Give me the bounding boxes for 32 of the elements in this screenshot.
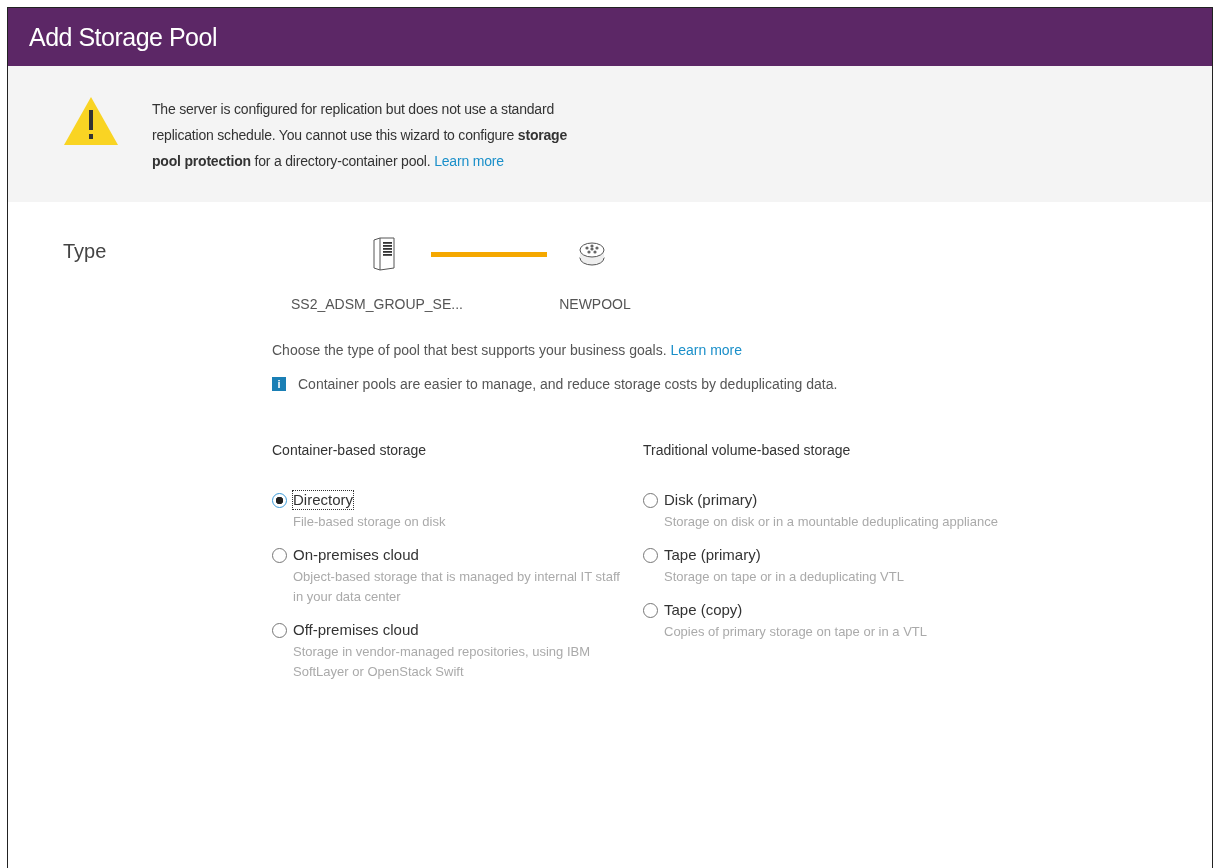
intro-text: Choose the type of pool that best supports your business goals. Learn more (272, 342, 744, 358)
warning-icon (63, 96, 119, 146)
info-icon: i (272, 377, 286, 391)
option-description: File-based storage on disk (293, 513, 446, 531)
radio-button[interactable] (272, 493, 287, 508)
option-label[interactable]: On-premises cloud (293, 546, 419, 564)
section-label: Type (63, 239, 108, 264)
option-label[interactable]: Tape (primary) (664, 546, 761, 564)
option-description: Object-based storage that is managed by internal IT staff in your data center (293, 568, 621, 606)
radio-button[interactable] (272, 623, 287, 638)
info-text: Container pools are easier to manage, and reduce storage costs by deduplicating data. (298, 376, 838, 392)
server-icon (372, 237, 396, 271)
window-title: Add Storage Pool (29, 22, 217, 52)
option-label[interactable]: Directory (293, 491, 353, 509)
option-description: Storage on disk or in a mountable deduplicating appliance (664, 513, 998, 531)
radio-button[interactable] (643, 493, 658, 508)
target-pool-name: NEWPOOL (558, 296, 632, 312)
option-description: Storage on tape or in a deduplicating VTL (664, 568, 904, 586)
option-label[interactable]: Tape (copy) (664, 601, 743, 619)
learn-more-link[interactable]: Learn more (670, 342, 743, 358)
radio-button[interactable] (643, 603, 658, 618)
option-label[interactable]: Off-premises cloud (293, 621, 419, 639)
option-description: Storage in vendor-managed repositories, using IBM SoftLayer or OpenStack Swift (293, 643, 591, 681)
storage-pool-icon (579, 241, 605, 267)
option-description: Copies of primary storage on tape or in a VTL (664, 623, 928, 641)
radio-button[interactable] (643, 548, 658, 563)
group-heading: Traditional volume-based storage (643, 442, 852, 458)
warning-message: The server is configured for replication but does not use a standard replication schedule. You cannot use this wizard to configure storage pool protection for a directory-container pool. Learn more (152, 100, 569, 171)
option-label[interactable]: Disk (primary) (664, 491, 758, 509)
radio-button[interactable] (272, 548, 287, 563)
source-server-name: SS2_ADSM_GROUP_SE... (290, 296, 464, 312)
group-heading: Container-based storage (272, 442, 428, 458)
